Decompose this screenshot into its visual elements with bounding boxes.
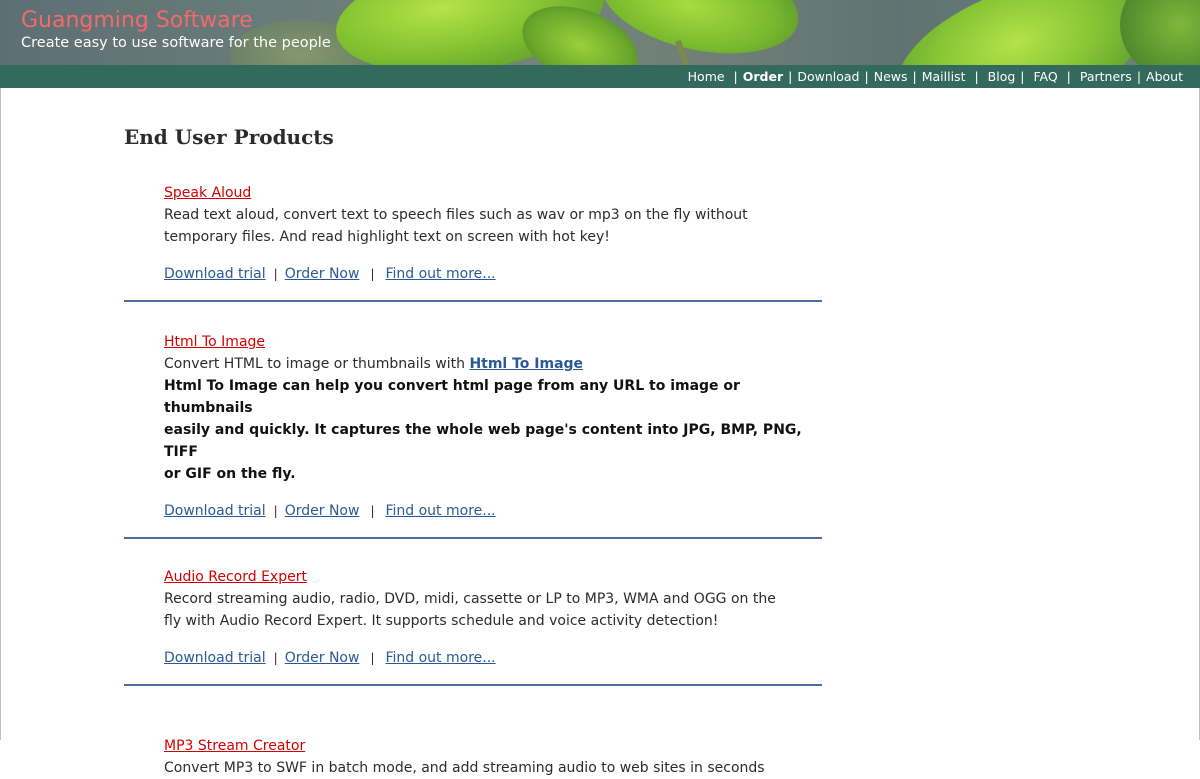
nav-separator: |: [1136, 69, 1142, 84]
main-content: End User Products Speak Aloud Read text …: [124, 88, 824, 779]
nav-about[interactable]: About: [1146, 69, 1183, 84]
section-divider: [124, 537, 822, 539]
order-now-link[interactable]: Order Now: [285, 266, 360, 282]
main-nav: Home | Order | Download | News | Maillis…: [688, 69, 1183, 84]
find-out-more-link[interactable]: Find out more...: [385, 650, 495, 666]
nav-separator: |: [729, 69, 738, 84]
product-mp3-stream-creator: MP3 Stream Creator Convert MP3 to SWF in…: [124, 735, 824, 779]
link-separator: |: [273, 267, 278, 281]
product-html-to-image: Html To Image Convert HTML to image or t…: [124, 331, 824, 539]
link-separator: |: [370, 267, 375, 281]
description-line: Record streaming audio, radio, DVD, midi…: [164, 591, 776, 607]
html-to-image-inline-link[interactable]: Html To Image: [469, 356, 583, 372]
product-links: Download trial | Order Now | Find out more..…: [164, 263, 824, 285]
product-description: Read text aloud, convert text to speech …: [164, 204, 824, 248]
nav-separator: |: [788, 69, 793, 84]
nav-maillist[interactable]: Maillist: [922, 69, 966, 84]
page-title: End User Products: [124, 125, 334, 149]
section-divider: [124, 300, 822, 302]
nav-blog[interactable]: Blog: [988, 69, 1016, 84]
nav-separator: |: [970, 69, 983, 84]
description-line: easily and quickly. It captures the whol…: [164, 419, 824, 463]
nav-faq[interactable]: FAQ: [1033, 69, 1057, 84]
description-line: Read text aloud, convert text to speech …: [164, 207, 748, 223]
header-banner: Guangming Software Create easy to use so…: [0, 0, 1200, 65]
order-now-link[interactable]: Order Now: [285, 650, 360, 666]
site-title[interactable]: Guangming Software: [21, 8, 253, 33]
order-now-link[interactable]: Order Now: [285, 503, 360, 519]
product-links: Download trial | Order Now | Find out more..…: [164, 647, 824, 669]
download-trial-link[interactable]: Download trial: [164, 503, 266, 519]
product-title-link[interactable]: Audio Record Expert: [164, 566, 307, 588]
nav-news[interactable]: News: [874, 69, 908, 84]
description-bold-text: easily and quickly. It captures the whol…: [164, 422, 802, 460]
section-divider: [124, 684, 822, 686]
description-bold-text: Html To Image can help you convert html …: [164, 378, 740, 416]
product-links: Download trial | Order Now | Find out more..…: [164, 500, 824, 522]
description-line: Convert HTML to image or thumbnails with…: [164, 353, 824, 375]
description-line: fly with Audio Record Expert. It support…: [164, 613, 719, 629]
download-trial-link[interactable]: Download trial: [164, 266, 266, 282]
site-tagline: Create easy to use software for the peop…: [21, 35, 331, 51]
product-description: Convert MP3 to SWF in batch mode, and ad…: [164, 757, 824, 779]
description-line: Convert MP3 to SWF in batch mode, and ad…: [164, 760, 765, 776]
product-description: Convert HTML to image or thumbnails with…: [164, 353, 824, 485]
nav-separator: |: [864, 69, 869, 84]
description-bold-text: or GIF on the fly.: [164, 466, 296, 482]
product-speak-aloud: Speak Aloud Read text aloud, convert tex…: [124, 182, 824, 302]
product-description: Record streaming audio, radio, DVD, midi…: [164, 588, 824, 632]
product-title-link[interactable]: Speak Aloud: [164, 182, 251, 204]
description-line: or GIF on the fly.: [164, 463, 824, 485]
find-out-more-link[interactable]: Find out more...: [385, 503, 495, 519]
link-separator: |: [370, 651, 375, 665]
link-separator: |: [273, 504, 278, 518]
nav-home[interactable]: Home: [688, 69, 725, 84]
nav-partners[interactable]: Partners: [1080, 69, 1132, 84]
product-title-link[interactable]: MP3 Stream Creator: [164, 735, 305, 757]
leaf-image-decoration: [1120, 0, 1200, 65]
description-text: Convert HTML to image or thumbnails with: [164, 356, 470, 372]
description-line: temporary files. And read highlight text…: [164, 229, 610, 245]
nav-separator: |: [1020, 69, 1029, 84]
link-separator: |: [273, 651, 278, 665]
find-out-more-link[interactable]: Find out more...: [385, 266, 495, 282]
product-audio-record-expert: Audio Record Expert Record streaming aud…: [124, 566, 824, 686]
nav-separator: |: [912, 69, 917, 84]
link-separator: |: [370, 504, 375, 518]
nav-separator: |: [1062, 69, 1075, 84]
navbar: Home | Order | Download | News | Maillis…: [0, 65, 1200, 88]
product-title-link[interactable]: Html To Image: [164, 331, 265, 353]
description-line: Html To Image can help you convert html …: [164, 375, 824, 419]
nav-order[interactable]: Order: [743, 69, 783, 84]
download-trial-link[interactable]: Download trial: [164, 650, 266, 666]
nav-download[interactable]: Download: [797, 69, 859, 84]
